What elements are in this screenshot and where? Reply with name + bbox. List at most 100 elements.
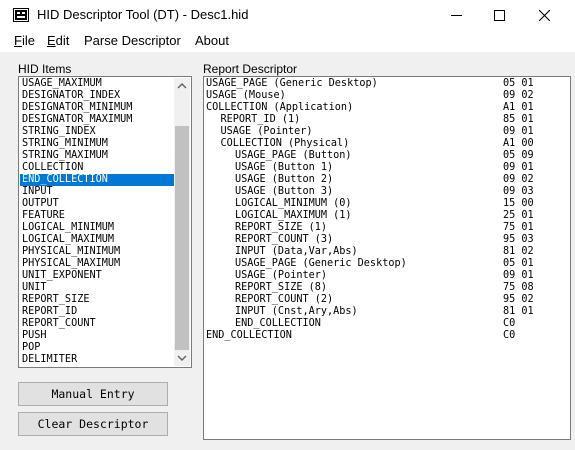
menu-file[interactable]: File: [14, 33, 35, 48]
report-item-text: COLLECTION (Application): [206, 102, 354, 113]
list-item[interactable]: USAGE_MAXIMUM: [20, 78, 175, 90]
report-item-text: REPORT_SIZE (1): [235, 222, 328, 233]
list-item[interactable]: POP: [20, 342, 175, 354]
report-item-text: USAGE (Pointer): [220, 126, 313, 137]
list-item[interactable]: STRING_INDEX: [20, 126, 175, 138]
list-item[interactable]: LOGICAL_MAXIMUM: [20, 234, 175, 246]
list-item[interactable]: COLLECTION: [20, 162, 175, 174]
report-line[interactable]: USAGE_PAGE (Generic Desktop) 05 01: [206, 78, 568, 90]
list-item[interactable]: DELIMITER: [20, 354, 175, 366]
report-line[interactable]: REPORT_ID (1) 85 01: [206, 114, 568, 126]
list-item[interactable]: STRING_MAXIMUM: [20, 150, 175, 162]
report-item-bytes: 15 00: [503, 198, 534, 209]
list-item[interactable]: REPORT_SIZE: [20, 294, 175, 306]
hid-items-list-content: USAGE_MAXIMUM DESIGNATOR_INDEX DESIGNATOR_…: [20, 78, 175, 366]
report-item-text: REPORT_ID (1): [220, 114, 301, 125]
report-item-bytes: 85 01: [503, 114, 534, 125]
report-line[interactable]: USAGE (Pointer) 09 01: [206, 270, 568, 282]
report-item-bytes: 05 01: [503, 258, 534, 269]
list-item[interactable]: OUTPUT: [20, 198, 175, 210]
report-line[interactable]: LOGICAL_MAXIMUM (1) 25 01: [206, 210, 568, 222]
report-item-text: USAGE (Button 3): [235, 186, 334, 197]
report-item-text: USAGE (Button 1): [235, 162, 334, 173]
hid-items-list[interactable]: USAGE_MAXIMUM DESIGNATOR_INDEX DESIGNATOR_…: [18, 76, 192, 368]
report-descriptor-box[interactable]: USAGE_PAGE (Generic Desktop) 05 01 USAGE (…: [203, 76, 571, 440]
report-line[interactable]: REPORT_SIZE (1) 75 01: [206, 222, 568, 234]
list-item[interactable]: END_COLLECTION: [20, 174, 175, 186]
menu-file-label: ile: [21, 33, 35, 48]
report-line[interactable]: USAGE (Pointer) 09 01: [206, 126, 568, 138]
report-line[interactable]: REPORT_COUNT (3) 95 03: [206, 234, 568, 246]
list-item[interactable]: DESIGNATOR_MAXIMUM: [20, 114, 175, 126]
report-line[interactable]: COLLECTION (Application) A1 01: [206, 102, 568, 114]
app-window: HID Descriptor Tool (DT) - Desc1.hid Fil…: [0, 0, 575, 450]
list-item[interactable]: UNIT: [20, 282, 175, 294]
menu-about[interactable]: About: [195, 33, 229, 48]
report-item-text: REPORT_COUNT (3): [235, 234, 334, 245]
report-line[interactable]: INPUT (Data,Var,Abs) 81 02: [206, 246, 568, 258]
chevron-up-icon: [177, 83, 187, 89]
report-item-bytes: 81 02: [503, 246, 534, 257]
report-descriptor-label: Report Descriptor: [203, 62, 298, 76]
report-line[interactable]: REPORT_COUNT (2) 95 02: [206, 294, 568, 306]
report-item-text: COLLECTION (Physical): [220, 138, 350, 149]
report-item-text: INPUT (Data,Var,Abs): [235, 246, 358, 257]
list-item[interactable]: REPORT_COUNT: [20, 318, 175, 330]
report-item-text: USAGE (Pointer): [235, 270, 328, 281]
list-item[interactable]: UNIT_EXPONENT: [20, 270, 175, 282]
report-item-bytes: 09 03: [503, 186, 534, 197]
scroll-thumb[interactable]: [175, 126, 189, 350]
report-item-bytes: A1 01: [503, 102, 534, 113]
report-line[interactable]: USAGE_PAGE (Generic Desktop) 05 01: [206, 258, 568, 270]
report-item-text: USAGE_PAGE (Generic Desktop): [235, 258, 407, 269]
report-item-text: USAGE_PAGE (Generic Desktop): [206, 78, 378, 89]
report-line[interactable]: INPUT (Cnst,Ary,Abs) 81 01: [206, 306, 568, 318]
report-item-bytes: C0: [503, 318, 516, 329]
report-line[interactable]: USAGE (Button 1) 09 01: [206, 162, 568, 174]
list-item[interactable]: INPUT: [20, 186, 175, 198]
list-item[interactable]: FEATURE: [20, 210, 175, 222]
list-item[interactable]: PUSH: [20, 330, 175, 342]
report-item-text: INPUT (Cnst,Ary,Abs): [235, 306, 358, 317]
manual-entry-button[interactable]: Manual Entry: [18, 382, 168, 406]
menu-parse-descriptor[interactable]: Parse Descriptor: [84, 33, 181, 48]
report-item-bytes: 95 03: [503, 234, 534, 245]
report-line[interactable]: END_COLLECTION C0: [206, 318, 568, 330]
report-line[interactable]: USAGE (Mouse) 09 02: [206, 90, 568, 102]
report-item-text: LOGICAL_MINIMUM (0): [235, 198, 352, 209]
scroll-up-button[interactable]: [174, 78, 190, 95]
scroll-down-button[interactable]: [174, 349, 190, 366]
report-item-text: REPORT_COUNT (2): [235, 294, 334, 305]
list-item[interactable]: PHYSICAL_MAXIMUM: [20, 258, 175, 270]
close-button[interactable]: [521, 0, 567, 30]
report-item-text: END_COLLECTION: [206, 330, 292, 341]
hid-items-scrollbar[interactable]: [174, 78, 190, 366]
report-line[interactable]: REPORT_SIZE (8) 75 08: [206, 282, 568, 294]
list-item[interactable]: STRING_MINIMUM: [20, 138, 175, 150]
list-item[interactable]: PHYSICAL_MINIMUM: [20, 246, 175, 258]
close-icon: [538, 9, 550, 21]
title-bar: HID Descriptor Tool (DT) - Desc1.hid: [0, 0, 575, 30]
maximize-button[interactable]: [476, 0, 522, 30]
clear-descriptor-button[interactable]: Clear Descriptor: [18, 412, 168, 436]
list-item[interactable]: DESIGNATOR_INDEX: [20, 90, 175, 102]
report-line[interactable]: USAGE (Button 2) 09 02: [206, 174, 568, 186]
maximize-icon: [493, 9, 505, 21]
minimize-icon: [450, 14, 462, 16]
menu-edit[interactable]: Edit: [47, 33, 69, 48]
list-item[interactable]: DESIGNATOR_MINIMUM: [20, 102, 175, 114]
minimize-button[interactable]: [433, 0, 479, 30]
report-line[interactable]: USAGE (Button 3) 09 03: [206, 186, 568, 198]
hid-items-label: HID Items: [18, 62, 72, 76]
report-line[interactable]: LOGICAL_MINIMUM (0) 15 00: [206, 198, 568, 210]
menu-parse-descriptor-label: Parse Descriptor: [84, 33, 181, 48]
report-line[interactable]: END_COLLECTION C0: [206, 330, 568, 342]
menu-bar: File Edit Parse Descriptor About: [0, 30, 575, 52]
report-item-bytes: 81 01: [503, 306, 534, 317]
list-item[interactable]: LOGICAL_MINIMUM: [20, 222, 175, 234]
report-item-bytes: 09 01: [503, 162, 534, 173]
report-line[interactable]: COLLECTION (Physical) A1 00: [206, 138, 568, 150]
list-item[interactable]: REPORT_ID: [20, 306, 175, 318]
report-line[interactable]: USAGE_PAGE (Button) 05 09: [206, 150, 568, 162]
report-item-text: END_COLLECTION: [235, 318, 321, 329]
